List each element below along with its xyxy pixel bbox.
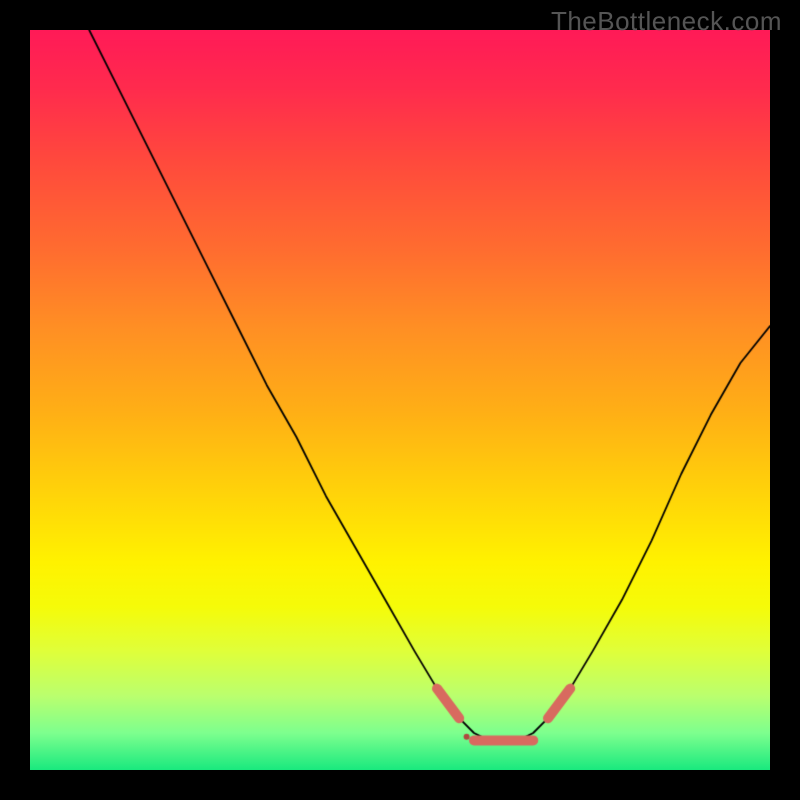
plot-area xyxy=(30,30,770,770)
chart-frame: TheBottleneck.com xyxy=(0,0,800,800)
chart-canvas xyxy=(30,30,770,770)
watermark-text: TheBottleneck.com xyxy=(551,6,782,37)
